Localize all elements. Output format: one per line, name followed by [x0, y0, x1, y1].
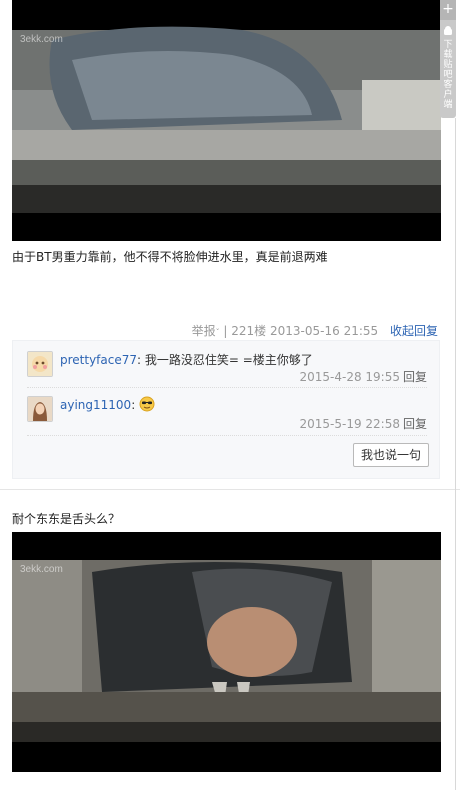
watermark: 3ekk.com [20, 564, 63, 575]
floor-number: 221楼 [231, 324, 267, 338]
reply-line: aying11100: [60, 396, 155, 412]
reply-box: prettyface77: 我一路没忍住笑= =楼主你够了 2015-4-28 … [12, 340, 440, 479]
reply-username[interactable]: prettyface77 [60, 353, 137, 367]
reply-username[interactable]: aying11100 [60, 398, 131, 412]
reply-text: 我一路没忍住笑= =楼主你够了 [144, 353, 313, 367]
watermark: 3ekk.com [20, 34, 63, 45]
reply-line: prettyface77: 我一路没忍住笑= =楼主你够了 [60, 351, 313, 368]
post-caption-1: 由于BT男重力靠前，他不得不将脸伸进水里，真是前退两难 [12, 250, 328, 264]
caret-icon: ˇ [215, 328, 220, 337]
report-link[interactable]: 举报ˇ [192, 324, 220, 338]
reply-meta: 2015-5-19 22:58 回复 [299, 415, 427, 432]
say-something-button[interactable]: 我也说一句 [352, 443, 429, 467]
list-item: prettyface77: 我一路没忍住笑= =楼主你够了 2015-4-28 … [27, 351, 427, 391]
cool-emoji-icon [139, 396, 155, 412]
divider [27, 435, 427, 436]
client-download-strip[interactable]: + 下载贴吧客户端 [440, 0, 456, 118]
list-item: aying11100: 2015-5-19 22:58 回复 [27, 396, 427, 436]
reply-meta: 2015-4-28 19:55 回复 [299, 368, 427, 385]
collapse-replies-link[interactable]: 收起回复 [390, 324, 438, 338]
colon: : [131, 398, 140, 412]
avatar[interactable] [27, 351, 53, 377]
avatar-image [28, 352, 52, 376]
colon: : [137, 353, 145, 367]
reply-button[interactable]: 回复 [403, 370, 427, 384]
divider [27, 387, 427, 388]
download-client-text: 下载贴吧客户端 [443, 40, 453, 110]
video-frame-2 [12, 532, 441, 772]
post-divider [0, 489, 460, 490]
android-icon [444, 26, 452, 35]
video-frame-1 [12, 0, 441, 241]
post-image-1[interactable]: 3ekk.com [12, 0, 441, 241]
reply-time: 2015-5-19 22:58 [299, 417, 400, 431]
post-meta: 举报ˇ | 221楼 2013-05-16 21:55 收起回复 [192, 322, 438, 339]
avatar[interactable] [27, 396, 53, 422]
reply-time: 2015-4-28 19:55 [299, 370, 400, 384]
post-caption-2: 耐个东东是舌头么？ [12, 512, 121, 526]
plus-icon[interactable]: + [440, 0, 456, 20]
scrollbar-track[interactable] [455, 118, 456, 790]
post-image-2[interactable]: 3ekk.com [12, 532, 441, 772]
avatar-image [28, 397, 52, 421]
post-date: 2013-05-16 21:55 [270, 324, 379, 338]
reply-button[interactable]: 回复 [403, 417, 427, 431]
